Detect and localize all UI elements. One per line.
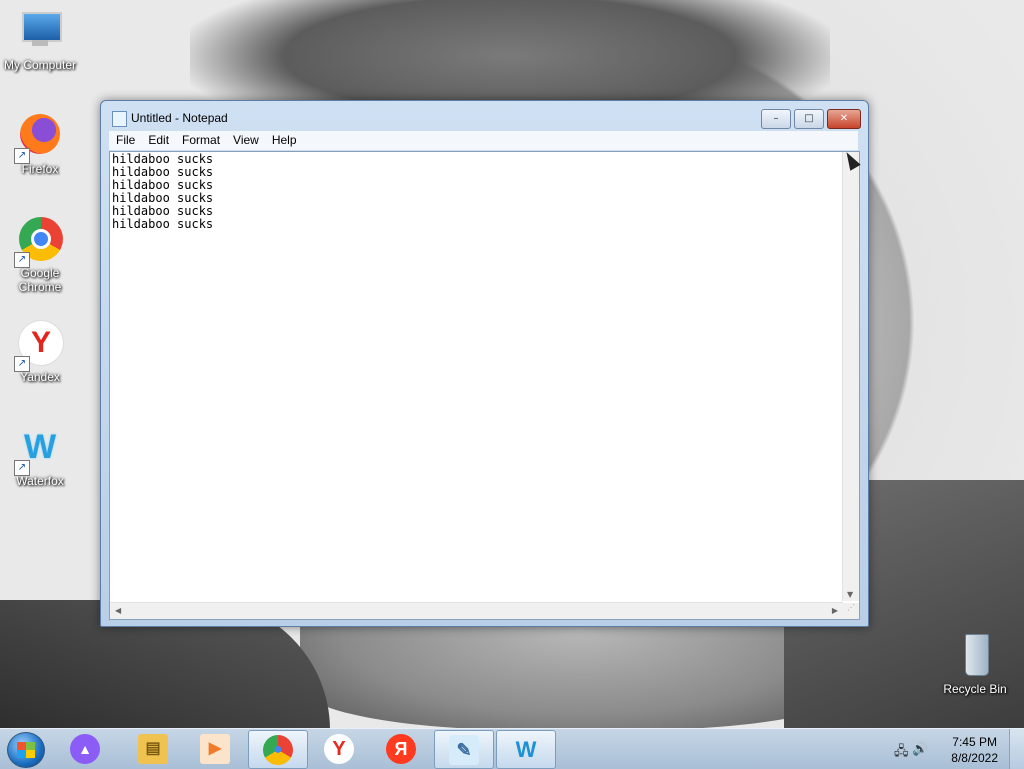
desktop-icon-chrome[interactable]: ↗ Google Chrome <box>0 216 80 294</box>
maximize-button[interactable]: □ <box>794 109 824 129</box>
title-bar[interactable]: Untitled - Notepad – □ ✕ <box>101 101 868 131</box>
desktop-icon-label: My Computer <box>3 58 77 72</box>
desktop-icon-recycle-bin[interactable]: Recycle Bin <box>935 632 1015 696</box>
desktop-icon-my-computer[interactable]: My Computer <box>0 8 80 72</box>
clock-time: 7:45 PM <box>952 735 997 749</box>
taskbar-notepad[interactable]: ✎ <box>434 730 494 769</box>
scroll-left-arrow-icon[interactable]: ◀ <box>115 606 121 615</box>
chrome-icon: ↗ <box>14 216 64 268</box>
window-title: Untitled - Notepad <box>131 111 228 125</box>
desktop-icon-label: Firefox <box>21 162 59 176</box>
desktop-icon-firefox[interactable]: ↗ Firefox <box>0 112 80 176</box>
recycle-bin-icon <box>951 632 999 680</box>
taskbar-media-player[interactable]: ▶ <box>186 730 244 767</box>
desktop-icon-waterfox[interactable]: W ↗ Waterfox <box>0 424 80 488</box>
start-button[interactable] <box>7 732 45 768</box>
desktop-icon-yandex[interactable]: Y ↗ Yandex <box>0 320 80 384</box>
shortcut-arrow-icon: ↗ <box>14 460 30 476</box>
shortcut-arrow-icon: ↗ <box>14 148 30 164</box>
show-desktop-button[interactable] <box>1009 729 1024 769</box>
yandex-browser-icon: Y <box>324 734 354 764</box>
firefox-icon: ↗ <box>14 112 64 164</box>
menu-help[interactable]: Help <box>265 131 303 147</box>
volume-icon[interactable]: 🔊 <box>912 742 928 757</box>
menu-file[interactable]: File <box>109 131 141 147</box>
yandex-icon: Y ↗ <box>14 320 64 372</box>
menu-view[interactable]: View <box>226 131 265 147</box>
computer-icon <box>16 8 64 56</box>
desktop-icon-label: Yandex <box>20 370 60 384</box>
vertical-scrollbar[interactable]: ▼ <box>842 152 859 601</box>
waterfox-icon: W ↗ <box>14 424 64 476</box>
taskbar-yandex-browser[interactable]: Y <box>310 730 368 767</box>
media-player-icon: ▶ <box>200 734 230 764</box>
network-icon[interactable]: 🖧 <box>894 742 909 764</box>
yandex-icon: Я <box>386 734 416 764</box>
shortcut-arrow-icon: ↗ <box>14 356 30 372</box>
horizontal-scrollbar[interactable]: ◀ ▶ <box>110 602 843 619</box>
scroll-right-arrow-icon[interactable]: ▶ <box>832 606 838 615</box>
taskbar-yandex[interactable]: Я <box>372 730 430 767</box>
alice-icon: ▲ <box>70 734 100 764</box>
notepad-icon: ✎ <box>449 735 479 765</box>
desktop-icon-label: Waterfox <box>16 474 64 488</box>
resize-grip-icon[interactable]: ⋰ <box>843 603 859 619</box>
wallpaper-face <box>300 620 860 730</box>
clock-date: 8/8/2022 <box>951 751 998 765</box>
clock[interactable]: 7:45 PM 8/8/2022 <box>951 734 998 766</box>
windows-logo-icon <box>17 742 35 758</box>
desktop-icon-label: Google Chrome <box>18 266 62 294</box>
minimize-button[interactable]: – <box>761 109 791 129</box>
text-editor[interactable]: hildaboo sucks hildaboo sucks hildaboo s… <box>109 151 860 620</box>
notepad-window[interactable]: Untitled - Notepad – □ ✕ File Edit Format V… <box>100 100 869 627</box>
document-text[interactable]: hildaboo sucks hildaboo sucks hildaboo s… <box>112 153 842 598</box>
taskbar-file-explorer[interactable]: ▤ <box>124 730 182 767</box>
close-button[interactable]: ✕ <box>827 109 861 129</box>
file-explorer-icon: ▤ <box>138 734 168 764</box>
menu-edit[interactable]: Edit <box>141 131 175 147</box>
menu-bar: File Edit Format View Help <box>109 131 858 150</box>
scroll-down-arrow-icon[interactable]: ▼ <box>847 590 853 599</box>
system-tray: 🖧 🔊 7:45 PM 8/8/2022 <box>884 729 1024 769</box>
taskbar: ▲ ▤ ▶ ● Y Я ✎ W 🖧 🔊 7:45 PM 8/8/2022 <box>0 728 1024 769</box>
notepad-icon <box>112 111 127 127</box>
desktop-icon-label: Recycle Bin <box>943 682 1007 696</box>
taskbar-waterfox[interactable]: W <box>496 730 556 769</box>
menu-format[interactable]: Format <box>175 131 226 147</box>
shortcut-arrow-icon: ↗ <box>14 252 30 268</box>
waterfox-icon: W <box>515 737 537 762</box>
taskbar-chrome[interactable]: ● <box>248 730 308 769</box>
taskbar-alice[interactable]: ▲ <box>56 730 114 767</box>
chrome-icon: ● <box>263 735 293 765</box>
